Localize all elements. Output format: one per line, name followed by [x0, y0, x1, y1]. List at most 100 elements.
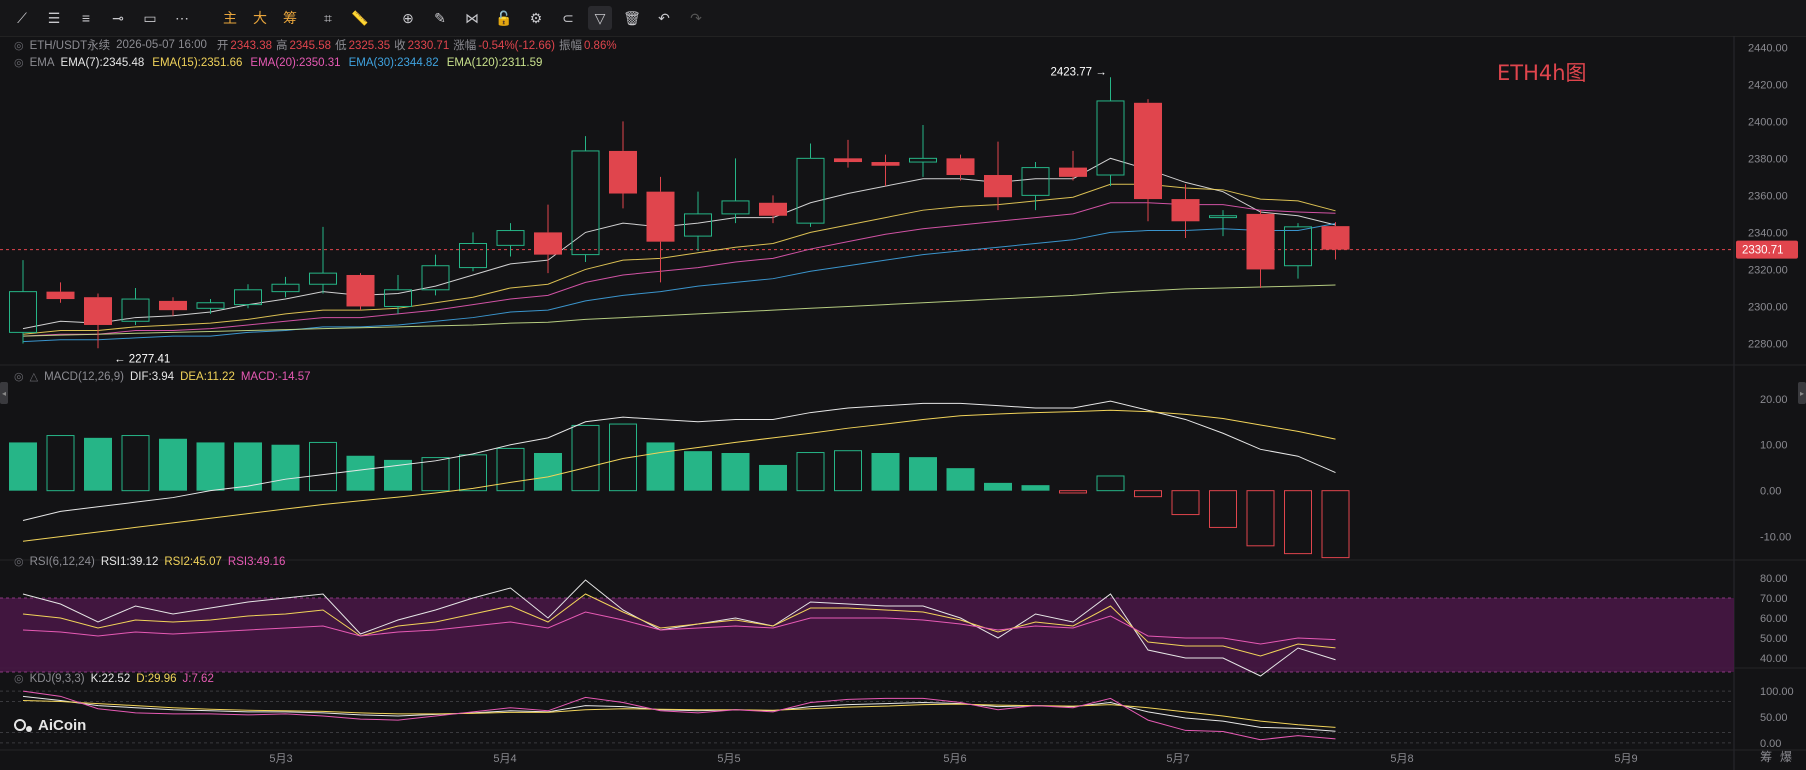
- eye-icon[interactable]: ◎: [14, 555, 24, 568]
- ema-line-2: [22, 202, 1336, 337]
- macd-bar: [1209, 490, 1237, 528]
- macd-bar: [1134, 490, 1162, 498]
- rsi-tick-label: 50.00: [1760, 633, 1788, 645]
- ema-label-4: EMA(120):2311.59: [446, 56, 543, 69]
- eye-icon[interactable]: ◎: [14, 672, 24, 685]
- ema-label-3: EMA(30):2344.82: [348, 56, 439, 69]
- macd-bar: [909, 457, 937, 491]
- candle-body: [946, 158, 975, 176]
- candle: [721, 158, 750, 224]
- macd-bar: [721, 453, 750, 491]
- x-tick-label: 5月4: [493, 753, 516, 765]
- candle-body: [1171, 199, 1200, 222]
- kdj-header: ◎ KDJ(9,3,3) K:22.52 D:29.96 J:7.62: [14, 672, 214, 686]
- macd-bar: [534, 453, 562, 491]
- x-tick-label: 5月3: [269, 753, 292, 765]
- eye-icon[interactable]: ◎: [14, 56, 24, 69]
- macd-bar: [9, 442, 37, 491]
- eye-icon[interactable]: ◎: [14, 39, 24, 52]
- candle-body: [159, 300, 187, 311]
- chips-button[interactable]: 筹: [1760, 750, 1772, 764]
- macd-bar: [646, 442, 675, 491]
- macd-bar: [46, 435, 75, 492]
- macd-title: MACD(12,26,9): [44, 370, 124, 383]
- rsi-tick-label: 60.00: [1760, 613, 1788, 625]
- liquidation-button[interactable]: 爆: [1780, 750, 1792, 764]
- candle-body: [1209, 215, 1237, 219]
- watermark-label: ETH4h图: [1497, 61, 1587, 85]
- candle: [421, 254, 450, 296]
- rsi2-label: RSI2:45.07: [164, 555, 222, 568]
- ohlc-value-5: 0.86%: [583, 40, 617, 52]
- ema-label-1: EMA(15):2351.66: [152, 56, 243, 69]
- macd-bar: [1021, 485, 1050, 491]
- macd-bar: [759, 464, 787, 491]
- macd-bar: [1246, 490, 1275, 547]
- ohlc-label-1: 高: [276, 40, 288, 52]
- candle: [1321, 222, 1350, 260]
- rsi-tick-label: 40.00: [1760, 653, 1788, 665]
- candle-body: [9, 291, 37, 333]
- candle: [1021, 162, 1050, 211]
- candle: [796, 143, 825, 227]
- rsi1-label: RSI1:39.12: [100, 555, 159, 568]
- candle: [646, 176, 675, 283]
- macd-bar: [309, 441, 337, 492]
- candle: [46, 282, 75, 303]
- candle: [571, 136, 600, 263]
- macd-tick-label: -10.00: [1760, 532, 1791, 544]
- candle: [609, 121, 637, 209]
- candle-body: [196, 302, 225, 309]
- chart-canvas[interactable]: 5月3 5月4 5月5 5月6 5月7 5月8 5月9 2280.00 2300.00 2320.…: [0, 0, 1806, 770]
- candle-body: [1284, 226, 1312, 267]
- candle-body: [796, 157, 825, 224]
- macd-bar: [159, 438, 187, 491]
- x-tick-label: 5月7: [1166, 753, 1189, 765]
- eye-icon[interactable]: ◎: [14, 370, 24, 383]
- macd-header: ◎ △ MACD(12,26,9) DIF:3.94 DEA:11.22 MAC…: [14, 370, 311, 384]
- x-tick-label: 5月5: [717, 753, 740, 765]
- rsi-tick-label: 70.00: [1760, 593, 1788, 605]
- k-label: K:22.52: [90, 672, 131, 685]
- ema-readout: EMA(7):2345.48 EMA(15):2351.66 EMA(20):235…: [61, 57, 551, 69]
- macd-bar: [571, 424, 600, 492]
- macd-bar: [796, 452, 825, 492]
- rsi-title: RSI(6,12,24): [29, 555, 95, 568]
- macd-bar: [871, 453, 900, 491]
- ema-label-2: EMA(20):2350.31: [250, 56, 341, 69]
- candle-body: [609, 150, 637, 194]
- macd-bar: [946, 468, 975, 491]
- macd-bar: [84, 437, 112, 491]
- candle: [909, 125, 937, 177]
- ohlc-label-3: 收: [394, 40, 406, 52]
- last-price-value: 2330.71: [1742, 245, 1784, 257]
- macd-bar: [1171, 490, 1200, 516]
- price-tick-label: 2380.00: [1748, 153, 1788, 165]
- high-annotation: 2423.77 →: [1051, 66, 1107, 78]
- candle-body: [271, 283, 300, 293]
- candle: [1096, 77, 1125, 187]
- bell-icon[interactable]: △: [30, 370, 38, 383]
- right-panel-toggle[interactable]: ▸: [1798, 382, 1806, 404]
- candle: [946, 154, 975, 181]
- ohlc-label-0: 开: [216, 40, 229, 52]
- ohlc-label-4: 涨幅: [453, 40, 477, 52]
- candle: [1059, 150, 1087, 181]
- low-annotation: ← 2277.41: [114, 353, 170, 365]
- ema-label-0: EMA(7):2345.48: [60, 56, 145, 69]
- left-panel-toggle[interactable]: ◂: [0, 382, 8, 404]
- ohlc-value-0: 2343.38: [230, 40, 272, 52]
- candle-body: [46, 291, 75, 300]
- candle: [9, 260, 37, 344]
- candle-body: [984, 175, 1012, 198]
- candle-body: [534, 232, 562, 255]
- candle-body: [1021, 167, 1050, 196]
- macd-bar: [1096, 475, 1125, 492]
- x-tick-label: 5月9: [1614, 753, 1637, 765]
- candle-body: [834, 158, 862, 163]
- candle: [1209, 210, 1237, 237]
- ema-header: ◎ EMA EMA(7):2345.48 EMA(15):2351.66 EMA(2…: [14, 56, 551, 70]
- candle-body: [309, 272, 337, 285]
- candle-body: [459, 243, 487, 269]
- candle-body: [871, 162, 900, 166]
